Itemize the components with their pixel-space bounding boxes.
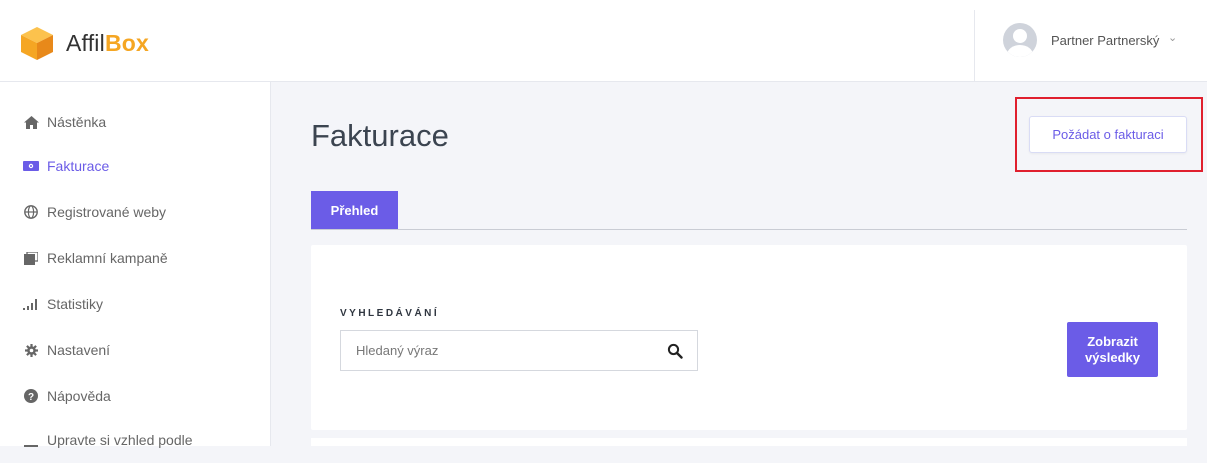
tab-prehled[interactable]: Přehled bbox=[311, 191, 398, 229]
sidebar-item-reklamni-kampane[interactable]: Reklamní kampaně bbox=[0, 235, 271, 281]
sidebar-item-registrovane-weby[interactable]: Registrované weby bbox=[0, 189, 271, 235]
sidebar-item-label: Fakturace bbox=[47, 158, 110, 174]
next-card bbox=[311, 438, 1187, 446]
sidebar: Nástěnka Fakturace Registrované weby Rek… bbox=[0, 82, 271, 448]
sidebar-item-label: Nástěnka bbox=[47, 114, 107, 130]
sidebar-item-nastaveni[interactable]: Nastavení bbox=[0, 327, 271, 373]
tablet-icon bbox=[23, 250, 39, 266]
svg-text:?: ? bbox=[28, 392, 34, 403]
logo-text-accent: Box bbox=[104, 29, 149, 56]
sidebar-item-statistiky[interactable]: Statistiky bbox=[0, 281, 271, 327]
sidebar-item-label: Reklamní kampaně bbox=[47, 250, 168, 266]
avatar-body bbox=[1007, 45, 1033, 57]
sidebar-item-nastenka[interactable]: Nástěnka bbox=[0, 99, 271, 145]
search-input[interactable] bbox=[341, 331, 661, 370]
sidebar-item-label: Statistiky bbox=[47, 296, 104, 312]
avatar-head bbox=[1013, 29, 1027, 43]
user-name[interactable]: Partner Partnerský bbox=[1051, 33, 1159, 48]
money-icon bbox=[23, 158, 39, 174]
top-bar: AffilBox Partner Partnerský ⌄ bbox=[0, 0, 1207, 82]
question-circle-icon: ? bbox=[23, 388, 39, 404]
search-field[interactable] bbox=[340, 330, 698, 371]
search-label: VYHLEDÁVÁNÍ bbox=[340, 308, 440, 319]
sidebar-item-napoveda[interactable]: ? Nápověda bbox=[0, 373, 271, 419]
sidebar-item-fakturace[interactable]: Fakturace bbox=[0, 143, 271, 189]
page-title: Fakturace bbox=[311, 118, 449, 153]
app-logo[interactable]: AffilBox bbox=[18, 24, 149, 62]
show-results-button[interactable]: Zobrazit výsledky bbox=[1067, 322, 1158, 377]
tabs-divider bbox=[311, 229, 1187, 230]
request-invoice-button[interactable]: Požádat o fakturaci bbox=[1029, 116, 1187, 153]
chevron-down-icon[interactable]: ⌄ bbox=[1168, 31, 1177, 44]
sidebar-item-label: Nastavení bbox=[47, 342, 111, 358]
sidebar-item-label: Nápověda bbox=[47, 388, 111, 404]
search-card: VYHLEDÁVÁNÍ Zobrazit výsledky bbox=[311, 245, 1187, 430]
sidebar-item-label: Registrované weby bbox=[47, 204, 167, 220]
avatar[interactable] bbox=[1003, 23, 1037, 57]
sidebar-item-vzhled[interactable]: Upravte si vzhled podle bbox=[0, 417, 271, 463]
logo-text-main: Affil bbox=[66, 29, 105, 56]
box-logo-icon bbox=[21, 27, 53, 60]
gear-icon bbox=[23, 342, 39, 358]
user-menu[interactable]: Partner Partnerský ⌄ bbox=[974, 10, 1207, 82]
home-icon bbox=[23, 114, 39, 130]
search-icon[interactable] bbox=[667, 343, 683, 359]
signal-bars-icon bbox=[23, 296, 39, 312]
globe-icon bbox=[23, 204, 39, 220]
logo-text: AffilBox bbox=[66, 30, 149, 57]
